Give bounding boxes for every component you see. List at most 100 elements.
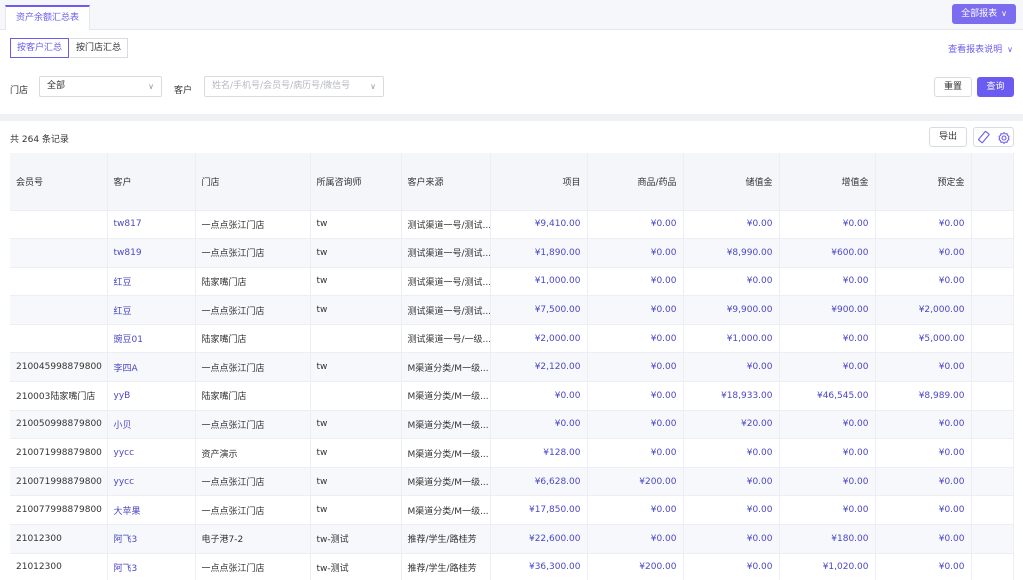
col-goods-drugs: 商品/药品 xyxy=(587,153,684,211)
cell-goods-drugs: ¥0.00 xyxy=(587,352,684,383)
table-row: 210077998879800 大苹果 一点点张江门店 tw M渠道分类/M一级... ¥… xyxy=(10,495,1014,526)
asset-balance-table: 会员号 客户 门店 所属咨询师 客户来源 项目 商品/药品 储值金 增值金 预定… xyxy=(10,153,1014,580)
cell-customer[interactable]: yyB xyxy=(107,381,196,411)
cell-project: ¥1,890.00 xyxy=(490,238,588,268)
cell-customer[interactable]: yycc xyxy=(107,467,196,497)
cell-project: ¥36,300.00 xyxy=(490,553,588,580)
cell-stored-value: ¥0.00 xyxy=(683,438,780,468)
table-row: 红豆 陆家嘴门店 tw 测试渠道一号/测试... ¥1,000.00 ¥0.00 ¥0.00… xyxy=(10,267,1014,297)
col-stored-value: 储值金 xyxy=(683,153,780,211)
cell-bonus-value: ¥0.00 xyxy=(779,438,876,468)
cell-member-no: 210071998879800 xyxy=(10,467,108,497)
table-row: 210003陆家嘴门店 yyB 陆家嘴门店 M渠道分类/M一级... ¥0.00 ¥0.0… xyxy=(10,381,1014,411)
cell-customer[interactable]: 小贝 xyxy=(107,410,196,440)
cell-stored-value: ¥0.00 xyxy=(683,267,780,297)
cell-deposit: ¥8,989.00 xyxy=(875,381,972,411)
cell-project: ¥9,410.00 xyxy=(490,210,588,240)
cell-stored-value: ¥0.00 xyxy=(683,553,780,580)
cell-customer-source: 测试渠道一号/测试... xyxy=(401,238,491,268)
cell-member-no xyxy=(10,324,108,354)
reset-button[interactable]: 重置 xyxy=(934,77,972,97)
view-desc-label: 查看报表说明 xyxy=(948,45,1003,55)
cell-deposit: ¥2,000.00 xyxy=(875,295,972,325)
table-row: 豌豆01 陆家嘴门店 测试渠道一号/一级... ¥2,000.00 ¥0.00 ¥1,00… xyxy=(10,324,1014,354)
cell-deposit: ¥0.00 xyxy=(875,495,972,526)
table-tools xyxy=(973,127,1014,147)
cell-goods-drugs: ¥0.00 xyxy=(587,495,684,526)
cell-project: ¥2,120.00 xyxy=(490,352,588,383)
segment-by-store[interactable]: 按门店汇总 xyxy=(70,38,129,58)
cell-customer[interactable]: tw819 xyxy=(107,238,196,268)
table-row: 210050998879800 小贝 一点点张江门店 tw M渠道分类/M一级... ¥0… xyxy=(10,410,1014,440)
table-row: 红豆 一点点张江门店 tw 测试渠道一号/测试... ¥7,500.00 ¥0.00 ¥9,… xyxy=(10,295,1014,325)
cell-deposit: ¥0.00 xyxy=(875,267,972,297)
cell-project: ¥128.00 xyxy=(490,438,588,468)
cell-customer-source: 推荐/学生/路桂芳 xyxy=(401,553,491,580)
all-reports-button[interactable]: 全部报表 ∨ xyxy=(952,4,1016,24)
gear-icon[interactable] xyxy=(997,131,1011,145)
cell-store: 陆家嘴门店 xyxy=(195,324,311,354)
top-tab-bar: 资产余额汇总表 全部报表 ∨ xyxy=(0,0,1023,30)
chevron-down-icon: ∨ xyxy=(1007,45,1013,54)
cell-customer-source: 测试渠道一号/一级... xyxy=(401,324,491,354)
cell-consultant: tw xyxy=(310,267,402,297)
cell-store: 资产演示 xyxy=(195,438,311,468)
customer-label: 客户 xyxy=(174,86,193,96)
cell-customer[interactable]: 大苹果 xyxy=(107,495,196,526)
filter-panel: 按客户汇总 按门店汇总 查看报表说明 ∨ 门店 全部 ∨ 客户 姓名/手机号/会员… xyxy=(0,30,1023,114)
cell-deposit: ¥0.00 xyxy=(875,352,972,383)
cell-project: ¥1,000.00 xyxy=(490,267,588,297)
cell-goods-drugs: ¥200.00 xyxy=(587,553,684,580)
cell-stored-value: ¥0.00 xyxy=(683,495,780,526)
col-store: 门店 xyxy=(195,153,311,211)
cell-member-no xyxy=(10,238,108,268)
col-deposit: 预定金 xyxy=(875,153,972,211)
cell-member-no xyxy=(10,295,108,325)
cell-project: ¥22,600.00 xyxy=(490,524,588,554)
all-reports-label: 全部报表 xyxy=(961,9,998,19)
cell-stored-value: ¥20.00 xyxy=(683,410,780,440)
customer-select[interactable]: 姓名/手机号/会员号/病历号/微信号 ∨ xyxy=(204,76,384,97)
cell-member-no: 210050998879800 xyxy=(10,410,108,440)
tab-asset-balance-summary[interactable]: 资产余额汇总表 xyxy=(5,5,91,30)
cell-customer[interactable]: yycc xyxy=(107,438,196,468)
cell-customer[interactable]: tw817 xyxy=(107,210,196,240)
table-row: 210045998879800 李四A 一点点张江门店 tw M渠道分类/M一级... ¥… xyxy=(10,352,1014,383)
cell-deposit: ¥0.00 xyxy=(875,553,972,580)
cell-member-no xyxy=(10,210,108,240)
cell-goods-drugs: ¥0.00 xyxy=(587,381,684,411)
view-report-description-link[interactable]: 查看报表说明 ∨ xyxy=(948,42,1013,55)
cell-member-no: 21012300 xyxy=(10,524,108,554)
cell-customer[interactable]: 红豆 xyxy=(107,295,196,325)
cell-customer-source: M渠道分类/M一级... xyxy=(401,495,491,526)
store-select-value: 全部 xyxy=(47,81,66,91)
cell-customer[interactable]: 红豆 xyxy=(107,267,196,297)
cell-consultant: tw xyxy=(310,352,402,383)
cell-customer[interactable]: 豌豆01 xyxy=(107,324,196,354)
cell-consultant: tw xyxy=(310,210,402,240)
cell-project: ¥0.00 xyxy=(490,410,588,440)
cell-customer[interactable]: 阿飞3 xyxy=(107,553,196,580)
query-button[interactable]: 查询 xyxy=(977,77,1014,97)
cell-bonus-value: ¥0.00 xyxy=(779,495,876,526)
cell-bonus-value: ¥0.00 xyxy=(779,467,876,497)
ruler-icon[interactable] xyxy=(978,131,992,145)
cell-consultant: tw xyxy=(310,438,402,468)
cell-project: ¥6,628.00 xyxy=(490,467,588,497)
store-select[interactable]: 全部 ∨ xyxy=(39,76,162,97)
cell-consultant: tw xyxy=(310,495,402,526)
segment-by-customer[interactable]: 按客户汇总 xyxy=(10,38,70,58)
cell-extra xyxy=(971,438,1014,468)
cell-bonus-value: ¥46,545.00 xyxy=(779,381,876,411)
cell-member-no: 210071998879800 xyxy=(10,438,108,468)
cell-goods-drugs: ¥0.00 xyxy=(587,324,684,354)
cell-consultant: tw xyxy=(310,410,402,440)
cell-extra xyxy=(971,324,1014,354)
cell-customer-source: 推荐/学生/路桂芳 xyxy=(401,524,491,554)
cell-customer[interactable]: 李四A xyxy=(107,352,196,383)
cell-deposit: ¥0.00 xyxy=(875,467,972,497)
cell-stored-value: ¥0.00 xyxy=(683,352,780,383)
cell-customer[interactable]: 阿飞3 xyxy=(107,524,196,554)
export-button[interactable]: 导出 xyxy=(929,127,967,147)
chevron-down-icon: ∨ xyxy=(148,82,154,91)
